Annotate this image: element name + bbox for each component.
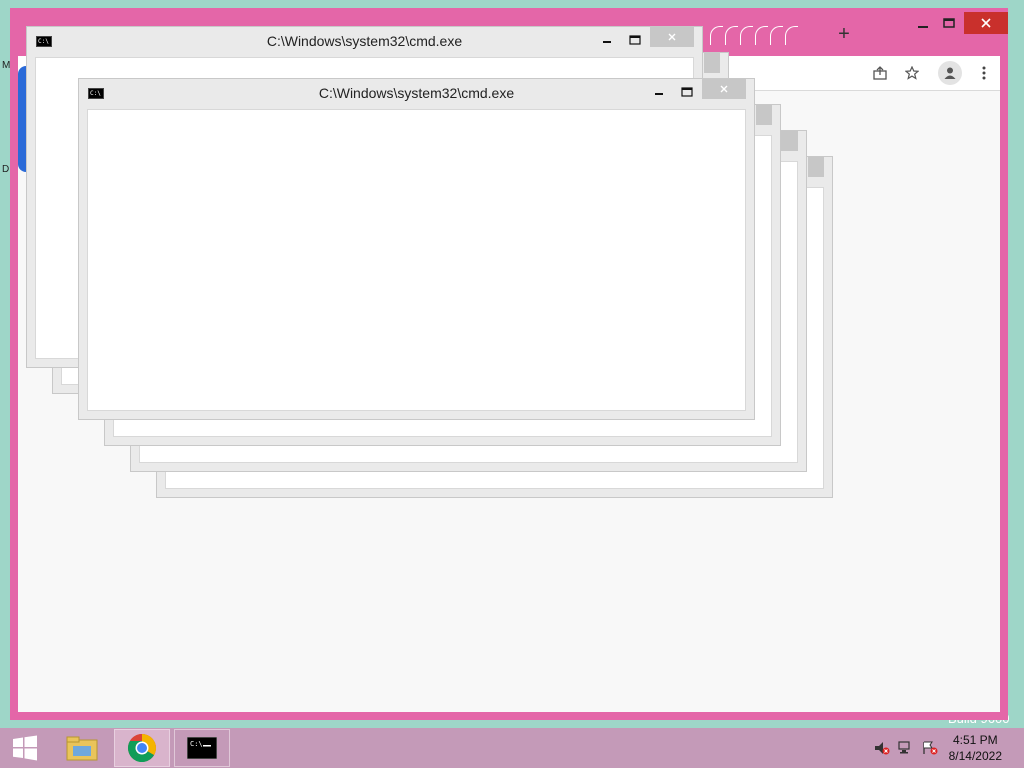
- tab[interactable]: [755, 26, 768, 45]
- profile-button[interactable]: [938, 61, 962, 85]
- action-center-icon[interactable]: [922, 741, 938, 755]
- tab[interactable]: [740, 26, 753, 45]
- tab[interactable]: [785, 26, 798, 45]
- cmd-maximize-button[interactable]: [676, 84, 698, 100]
- chrome-minimize-button[interactable]: [910, 12, 936, 34]
- cmd-close-button[interactable]: [756, 105, 772, 125]
- volume-muted-icon[interactable]: [874, 741, 890, 755]
- svg-text:C:\: C:\: [190, 740, 203, 748]
- star-icon: [905, 66, 919, 80]
- cmd-console-area[interactable]: [87, 109, 746, 411]
- cmd-minimize-button[interactable]: [596, 32, 618, 48]
- chrome-icon: [127, 734, 156, 763]
- tab-strip[interactable]: [710, 26, 800, 50]
- share-icon: [873, 66, 887, 80]
- cmd-titlebar[interactable]: C:\Windows\system32\cmd.exe: [27, 27, 702, 57]
- start-button[interactable]: [0, 729, 50, 767]
- maximize-icon: [681, 87, 693, 97]
- menu-dots-icon: [982, 66, 986, 80]
- cmd-minimize-button[interactable]: [648, 84, 670, 100]
- tab[interactable]: [770, 26, 783, 45]
- cmd-maximize-button[interactable]: [624, 32, 646, 48]
- tab[interactable]: [710, 26, 723, 45]
- clock-time: 4:51 PM: [952, 733, 998, 747]
- bookmark-star-button[interactable]: [900, 61, 924, 85]
- close-icon: [981, 18, 991, 28]
- tab[interactable]: [725, 26, 738, 45]
- minimize-icon: [603, 41, 611, 43]
- cmd-close-button[interactable]: [808, 157, 824, 177]
- new-tab-button[interactable]: +: [834, 24, 854, 44]
- start-icon: [13, 735, 37, 761]
- taskbar-clock[interactable]: 4:51 PM 8/14/2022: [949, 732, 1002, 764]
- cmd-titlebar[interactable]: C:\Windows\system32\cmd.exe: [79, 79, 754, 109]
- taskbar-chrome[interactable]: [114, 729, 170, 767]
- chrome-maximize-button[interactable]: [936, 12, 962, 34]
- maximize-icon: [943, 18, 955, 28]
- cmd-close-button[interactable]: [704, 53, 720, 73]
- clock-date: 8/14/2022: [948, 749, 1002, 763]
- cmd-close-button[interactable]: [650, 27, 694, 47]
- taskbar-file-explorer[interactable]: [54, 729, 110, 767]
- profile-icon: [944, 67, 956, 79]
- share-button[interactable]: [868, 61, 892, 85]
- maximize-icon: [629, 35, 641, 45]
- chrome-menu-button[interactable]: [972, 61, 996, 85]
- cmd-close-button[interactable]: [702, 79, 746, 99]
- taskbar-cmd[interactable]: C:\: [174, 729, 230, 767]
- close-icon: [720, 85, 728, 93]
- close-icon: [668, 33, 676, 41]
- cmd-icon: C:\: [187, 737, 217, 759]
- cmd-window-2[interactable]: C:\Windows\system32\cmd.exe: [78, 78, 755, 420]
- chrome-close-button[interactable]: [964, 12, 1008, 34]
- desktop-edge-letter-d: D: [2, 164, 10, 175]
- network-icon[interactable]: [898, 741, 914, 755]
- minimize-icon: [918, 26, 928, 28]
- file-explorer-icon: [66, 736, 98, 761]
- taskbar: C:\ 4:51 PM 8/14/2022: [0, 728, 1024, 768]
- minimize-icon: [655, 93, 663, 95]
